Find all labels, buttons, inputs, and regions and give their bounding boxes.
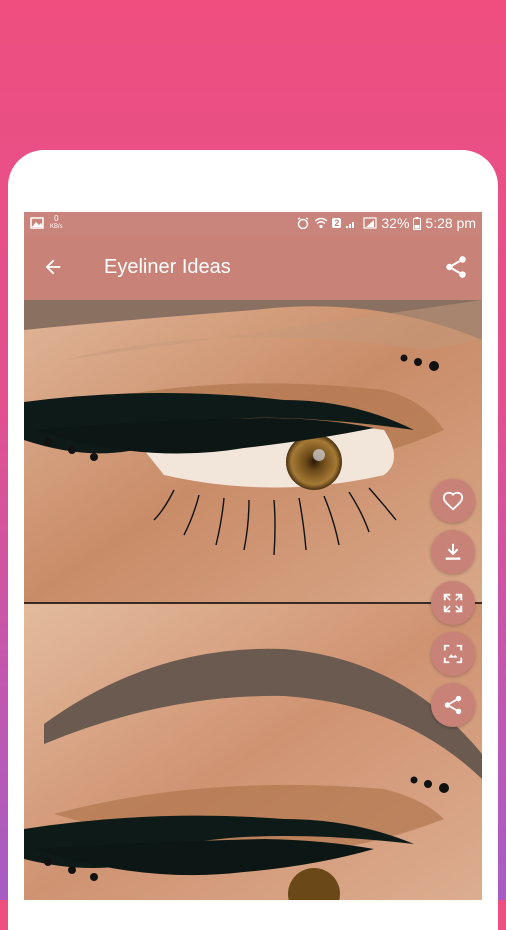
share-button[interactable] [432, 243, 480, 291]
back-button[interactable] [26, 240, 80, 294]
app-screen: 0 KB/s 2 32% 5:28 pm Eyeliner Ideas [24, 212, 482, 900]
fullscreen-icon [443, 593, 463, 613]
sim-badge: 2 [332, 218, 342, 228]
network-speed: 0 KB/s [50, 215, 63, 231]
wifi-icon [314, 217, 328, 229]
eyeliner-photo-2[interactable] [24, 604, 482, 900]
fullscreen-button[interactable] [431, 581, 475, 625]
signal-icon [346, 222, 355, 228]
image-notification-icon [30, 217, 44, 229]
set-wallpaper-button[interactable] [431, 632, 475, 676]
network-speed-value: 0 [54, 214, 59, 223]
set-wallpaper-icon [443, 644, 463, 664]
eyeliner-photo[interactable] [24, 300, 482, 602]
favorite-button[interactable] [431, 479, 475, 523]
arrow-back-icon [45, 259, 61, 275]
status-bar: 0 KB/s 2 32% 5:28 pm [24, 212, 482, 234]
clock: 5:28 pm [425, 215, 476, 231]
download-button[interactable] [431, 530, 475, 574]
battery-percent: 32% [381, 215, 410, 231]
heart-outline-icon [442, 491, 464, 511]
share-icon [444, 695, 462, 715]
network-speed-unit: KB/s [50, 224, 63, 230]
signal-icon-2 [363, 217, 377, 229]
share-fab-button[interactable] [431, 683, 475, 727]
share-icon [446, 256, 466, 278]
alarm-icon [298, 217, 309, 229]
battery-icon [413, 216, 422, 230]
page-title: Eyeliner Ideas [104, 255, 231, 278]
download-icon [445, 543, 461, 560]
app-bar: Eyeliner Ideas [24, 234, 482, 300]
